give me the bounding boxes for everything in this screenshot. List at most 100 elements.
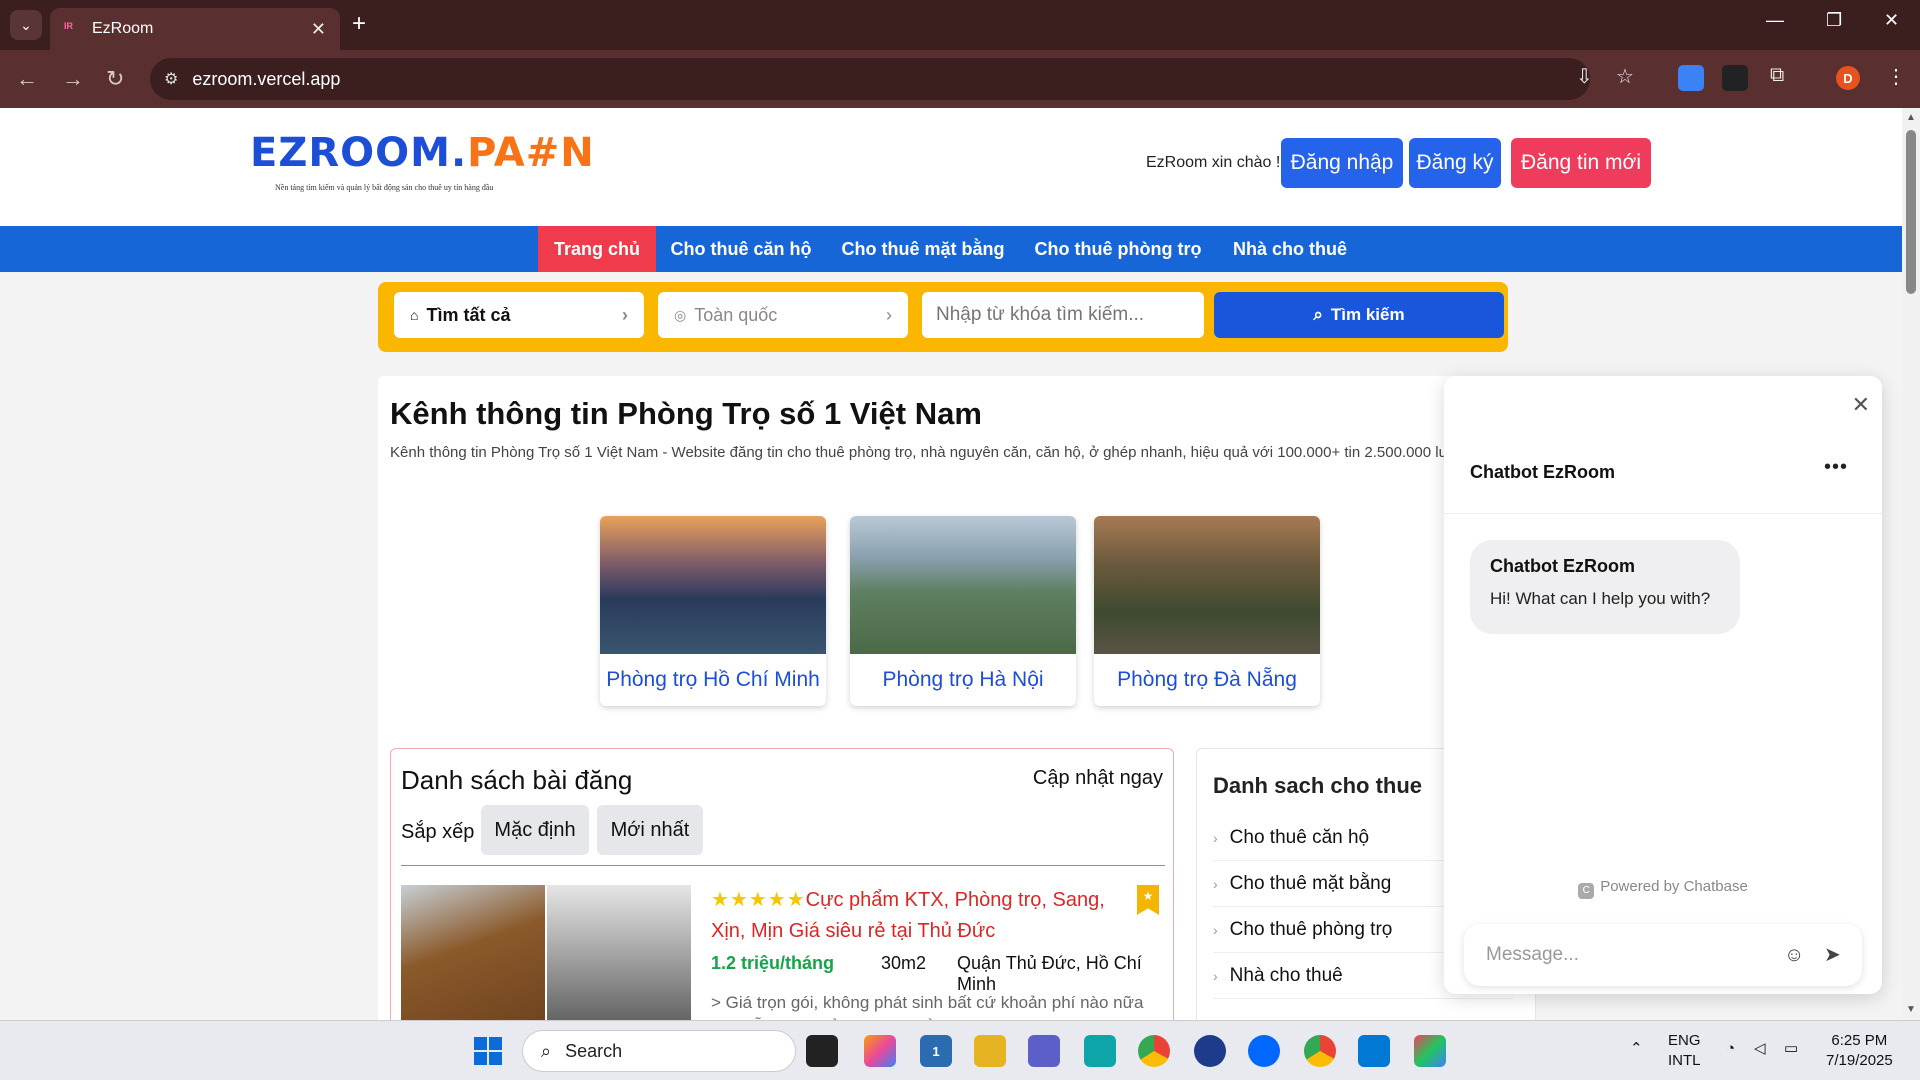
search-button-label: Tìm kiếm — [1330, 305, 1405, 324]
update-link[interactable]: Cập nhật ngay — [1033, 767, 1163, 790]
divider — [401, 865, 1165, 866]
city-image-hanoi — [850, 516, 1076, 654]
tab-search-button[interactable]: ⌄ — [10, 10, 42, 40]
nav-rooms[interactable]: Cho thuê phòng trọ — [1024, 226, 1212, 272]
post-image-1[interactable] — [401, 885, 545, 1020]
show-hidden-icons[interactable]: ⌃ — [1630, 1039, 1643, 1059]
clock-time: 6:25 PM — [1831, 1032, 1888, 1049]
powered-by[interactable]: C Powered by Chatbase — [1444, 878, 1882, 899]
nav-premises[interactable]: Cho thuê mặt bằng — [830, 226, 1016, 272]
chatbot-title: Chatbot EzRoom — [1470, 462, 1615, 482]
windows-start-icon[interactable] — [474, 1037, 502, 1065]
category-label: Cho thuê phòng trọ — [1229, 918, 1393, 940]
register-button[interactable]: Đăng ký — [1409, 138, 1501, 188]
profile-avatar[interactable]: D — [1836, 66, 1860, 90]
restore-icon[interactable]: ❐ — [1826, 10, 1842, 31]
city-card-danang[interactable]: Phòng trọ Đà Nẵng — [1094, 516, 1320, 706]
category-label: Nhà cho thuê — [1229, 964, 1343, 986]
browser-tab[interactable]: IR EzRoom ✕ — [50, 8, 340, 50]
keyword-search-input[interactable] — [922, 292, 1204, 338]
post-title[interactable]: ★★★★★Cực phẩm KTX, Phòng trọ, Sang, Xịn,… — [711, 885, 1111, 947]
chatbase-logo-icon: C — [1578, 883, 1595, 899]
sort-default-button[interactable]: Mặc định — [481, 805, 589, 855]
post-image-2[interactable] — [547, 885, 691, 1020]
send-icon[interactable]: ➤ — [1824, 942, 1841, 967]
dell-icon[interactable] — [1194, 1035, 1226, 1067]
main-content: Kênh thông tin Phòng Trọ số 1 Việt Nam K… — [378, 376, 1569, 1020]
location-select[interactable]: ◎ Toàn quốc › — [658, 292, 908, 338]
vscode-icon[interactable] — [1358, 1035, 1390, 1067]
location-value: Toàn quốc — [694, 304, 778, 325]
nav-home[interactable]: Trang chủ — [538, 226, 656, 272]
listing-title: Danh sách bài đăng — [401, 765, 633, 795]
post-area: 30m2 — [881, 953, 927, 973]
extensions-icon[interactable]: ⧉ — [1770, 64, 1784, 87]
minimize-icon[interactable]: — — [1766, 10, 1784, 31]
close-window-icon[interactable]: ✕ — [1884, 10, 1899, 31]
bookmark-star-icon[interactable]: ☆ — [1616, 64, 1634, 89]
reader-extension-icon[interactable] — [1722, 65, 1748, 91]
post-new-button[interactable]: Đăng tin mới — [1511, 138, 1651, 188]
copilot-icon[interactable] — [864, 1035, 896, 1067]
category-label: Cho thuê căn hộ — [1229, 826, 1370, 848]
chat-input-box: ☺ ➤ — [1464, 924, 1862, 986]
tab-close-icon[interactable]: ✕ — [311, 19, 326, 40]
emoji-icon[interactable]: ☺ — [1784, 944, 1804, 967]
chevron-right-icon: › — [1213, 921, 1218, 938]
chevron-right-icon: › — [1213, 829, 1218, 846]
nav-houses[interactable]: Nhà cho thuê — [1220, 226, 1360, 272]
bookmark-icon[interactable]: ★ — [1137, 885, 1159, 915]
address-bar[interactable]: ⚙ ezroom.vercel.app — [150, 58, 1590, 100]
forward-icon[interactable]: → — [62, 66, 84, 92]
scroll-down-icon[interactable]: ▼ — [1906, 1004, 1916, 1015]
taskbar-search[interactable]: ⌕ Search — [522, 1030, 796, 1072]
new-tab-button[interactable]: + — [352, 10, 366, 38]
language-indicator[interactable]: ENG INTL — [1668, 1031, 1701, 1071]
site-logo[interactable]: EZROOM.PA#N — [250, 130, 595, 176]
search-icon: ⌕ — [541, 1040, 552, 1061]
browser-tab-bar: ⌄ IR EzRoom ✕ + — ❐ ✕ — [0, 0, 1920, 50]
install-app-icon[interactable]: ⇩ — [1576, 64, 1593, 89]
back-icon[interactable]: ← — [16, 66, 38, 92]
keyword-search-input-wrap — [922, 292, 1204, 338]
nav-apartment[interactable]: Cho thuê căn hộ — [660, 226, 822, 272]
wifi-icon[interactable]: ◔ — [1726, 1039, 1735, 1059]
scroll-thumb[interactable] — [1906, 130, 1916, 294]
logo-part2: PA#N — [467, 130, 595, 176]
sort-newest-button[interactable]: Mới nhất — [597, 805, 703, 855]
chrome-profile-icon[interactable] — [1304, 1035, 1336, 1067]
page-scrollbar[interactable]: ▲ ▼ — [1902, 108, 1920, 1020]
scroll-up-icon[interactable]: ▲ — [1906, 112, 1916, 123]
city-card-hanoi[interactable]: Phòng trọ Hà Nội — [850, 516, 1076, 706]
site-info-icon[interactable]: ⚙ — [164, 69, 178, 89]
app-icon[interactable] — [1414, 1035, 1446, 1067]
chevron-right-icon: › — [1213, 875, 1218, 892]
chrome-icon[interactable] — [1138, 1035, 1170, 1067]
store-icon[interactable]: 1 — [920, 1035, 952, 1067]
search-type-value: Tìm tất cả — [426, 304, 511, 325]
battery-icon[interactable]: ▭ — [1784, 1039, 1798, 1059]
zalo-icon[interactable] — [1248, 1035, 1280, 1067]
chat-close-icon[interactable]: ✕ — [1852, 392, 1870, 418]
volume-icon[interactable]: ◁ — [1754, 1039, 1766, 1059]
reload-icon[interactable]: ↻ — [106, 66, 124, 92]
more-options-icon[interactable]: ••• — [1824, 456, 1848, 479]
main-nav: Trang chủ Cho thuê căn hộ Cho thuê mặt b… — [0, 226, 1902, 272]
city-card-hcm[interactable]: Phòng trọ Hồ Chí Minh — [600, 516, 826, 706]
web-page: EZROOM.PA#N Nền tảng tìm kiếm và quản lý… — [0, 108, 1902, 1020]
search-type-select[interactable]: ⌂ Tìm tất cả › — [394, 292, 644, 338]
search-bar: ⌂ Tìm tất cả › ◎ Toàn quốc › ⌕ Tìm kiếm — [378, 282, 1508, 352]
task-view-icon[interactable] — [806, 1035, 838, 1067]
edge-icon[interactable] — [1084, 1035, 1116, 1067]
file-explorer-icon[interactable] — [974, 1035, 1006, 1067]
search-icon: ⌕ — [1313, 305, 1323, 324]
location-pin-icon: ◎ — [674, 306, 687, 323]
browser-menu-icon[interactable]: ⋮ — [1886, 64, 1906, 89]
clock[interactable]: 6:25 PM 7/19/2025 — [1826, 1031, 1893, 1071]
login-button[interactable]: Đăng nhập — [1281, 138, 1403, 188]
translate-extension-icon[interactable] — [1678, 65, 1704, 91]
search-button[interactable]: ⌕ Tìm kiếm — [1214, 292, 1504, 338]
chat-message-input[interactable] — [1486, 940, 1766, 970]
teams-icon[interactable] — [1028, 1035, 1060, 1067]
home-icon: ⌂ — [410, 307, 419, 323]
